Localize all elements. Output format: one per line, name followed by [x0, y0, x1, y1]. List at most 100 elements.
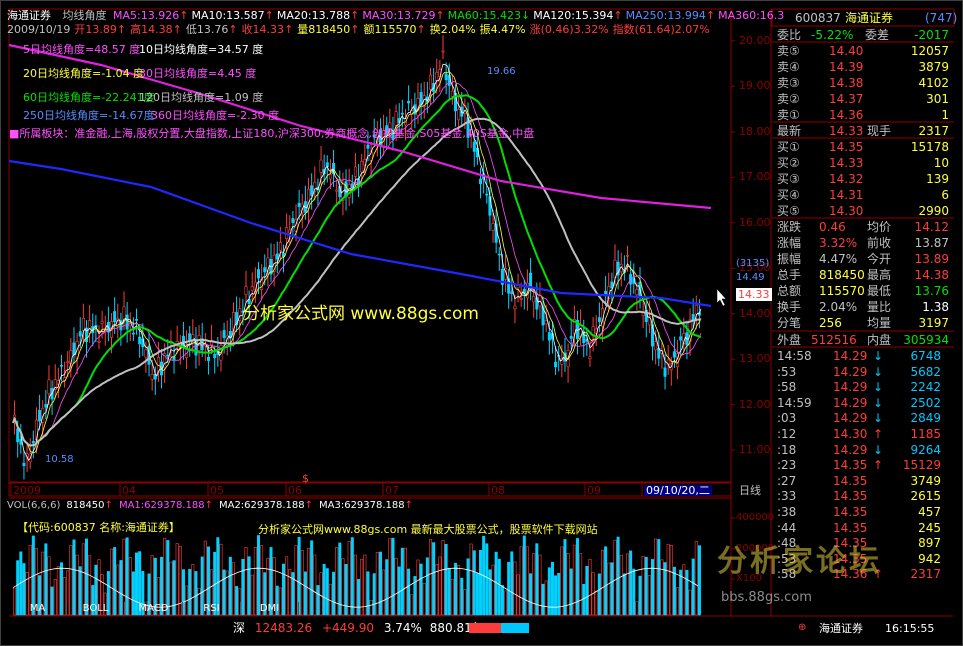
candle-body	[122, 306, 126, 321]
volume-bar	[613, 539, 617, 616]
volume-bar	[647, 575, 651, 616]
candle-body	[663, 367, 667, 377]
indicator-name[interactable]: 均线角度	[63, 9, 107, 22]
volume-bar	[488, 569, 492, 616]
candle-body	[694, 304, 698, 315]
volume-field-text: MA3:629378.188	[319, 500, 405, 511]
date-tick-label: 05	[210, 484, 224, 497]
ma-key: MA120:	[533, 9, 575, 22]
ask-row: 卖③ 14.38 4102	[775, 75, 953, 91]
candle-body	[394, 111, 398, 126]
stat-row: 总额 115570 最低 13.76	[775, 283, 953, 299]
volume-bar	[422, 583, 426, 616]
stat-value: 1.38	[922, 300, 949, 314]
ma-key: MA360:	[718, 9, 760, 22]
candle-body	[491, 223, 495, 231]
quote-field: 振4.47%	[480, 23, 526, 36]
volume-bar	[382, 569, 386, 616]
candle-body	[250, 286, 254, 291]
ask-price: 14.36	[829, 108, 864, 122]
tick-row: :12 14.30 ↑ 1185	[775, 427, 953, 443]
stat-value: 4.47%	[819, 252, 858, 266]
date-tick-label: 09/10/20,二	[644, 484, 712, 497]
arrow-up-icon: ↑	[179, 9, 189, 22]
ma-value-ma120: MA120:15.394↑	[533, 9, 622, 22]
candle-body	[479, 178, 483, 185]
arrow-up-icon: ↑	[104, 500, 113, 511]
arrow-down-icon: ↓	[520, 9, 531, 22]
angle-label-3b: 360日均线角度=-2.30 度	[151, 109, 280, 122]
ask-price: 14.39	[829, 60, 864, 74]
candle-body	[366, 144, 370, 149]
stat-value: 13.87	[914, 236, 949, 250]
volume-bar	[363, 554, 367, 616]
angle-label-3a: 250日均线角度=-14.67度	[23, 109, 155, 122]
ma120-line	[12, 117, 702, 447]
bid-volume: 15178	[910, 140, 949, 154]
volume-bar	[347, 541, 351, 616]
volume-bar	[457, 565, 461, 616]
tick-volume: 3749	[910, 473, 941, 488]
price-tick-label: 11.00	[739, 443, 771, 457]
broker-name[interactable]: 海通证券	[819, 623, 863, 634]
volume-bar	[463, 589, 467, 616]
period-label[interactable]: 日线	[739, 485, 761, 496]
arrow-up-icon: ↑	[705, 9, 716, 22]
tick-volume: 2317	[910, 567, 941, 582]
header-line2: 2009/10/19 开13.89↑ 高14.38↑ 低13.76↑ 收14.33↑ 量8…	[7, 24, 714, 35]
volume-bar	[619, 554, 623, 616]
candle-body	[256, 269, 260, 279]
volume-bar	[303, 571, 307, 616]
volume-bar	[682, 564, 686, 616]
tick-price: 14.35	[833, 473, 868, 488]
ma60-line	[12, 94, 702, 447]
quote-field: 开13.89↑	[74, 23, 126, 36]
ask-volume: 301	[926, 92, 949, 106]
volume-bar	[632, 568, 636, 616]
quote-field: 收14.33↑	[242, 23, 294, 36]
tick-price: 14.35	[833, 458, 868, 473]
candle-body	[626, 254, 630, 257]
volume-bar	[554, 575, 558, 616]
volume-bar	[353, 554, 357, 616]
ask-volume: 3879	[918, 60, 949, 74]
volume-bar	[450, 578, 454, 616]
candle-body	[554, 361, 558, 368]
ma-val: 13.926	[140, 9, 180, 22]
tab-macd[interactable]: MACD	[125, 602, 183, 615]
weibi-label: 委比	[777, 28, 802, 42]
volume-bar	[378, 551, 382, 616]
candle-body	[47, 379, 51, 394]
volume-bar	[428, 539, 432, 616]
quote-field-text: 量818450	[297, 23, 351, 36]
tick-row: :03 14.29 ↓ 2849	[775, 411, 953, 427]
broker-icon[interactable]: ⊕	[798, 623, 806, 633]
tick-volume: 6748	[910, 349, 941, 363]
status-bar: 深 12483.26 +449.90 3.74% 880.81亿	[233, 622, 484, 634]
tick-volume: 897	[918, 536, 941, 551]
last-row: 最新 14.33 现手 2317	[775, 123, 953, 139]
volume-bar	[394, 557, 398, 616]
tick-row: :53 14.29 ↓ 5682	[775, 365, 953, 381]
tab-dmi[interactable]: DMI	[241, 602, 299, 615]
volume-bar	[604, 546, 608, 616]
volume-bar	[651, 559, 655, 616]
tick-volume: 245	[918, 520, 941, 535]
stat-label: 总手	[777, 268, 802, 282]
bid-label: 买⑤	[777, 204, 800, 218]
tick-price: 14.35	[833, 505, 868, 519]
arrow-up-icon: ↑	[350, 9, 360, 22]
volume-bar	[666, 543, 670, 616]
quote-field-text: 涨(0.46)3.32%	[529, 23, 609, 36]
stat-value: 2.04%	[819, 300, 858, 314]
bid-price: 14.31	[829, 188, 864, 202]
stat-label: 今开	[867, 252, 892, 266]
tab-boll[interactable]: BOLL	[67, 602, 125, 615]
tab-rsi[interactable]: RSI	[183, 602, 241, 615]
tab-ma[interactable]: MA	[9, 602, 67, 615]
tick-volume: 15129	[902, 458, 941, 473]
stat-row: 振幅 4.47% 今开 13.89	[775, 251, 953, 267]
tick-row: :18 14.29 ↓ 9264	[775, 443, 953, 459]
stat-value: 115570	[819, 284, 865, 298]
volume-field: MA2:629378.188↑	[219, 500, 313, 511]
